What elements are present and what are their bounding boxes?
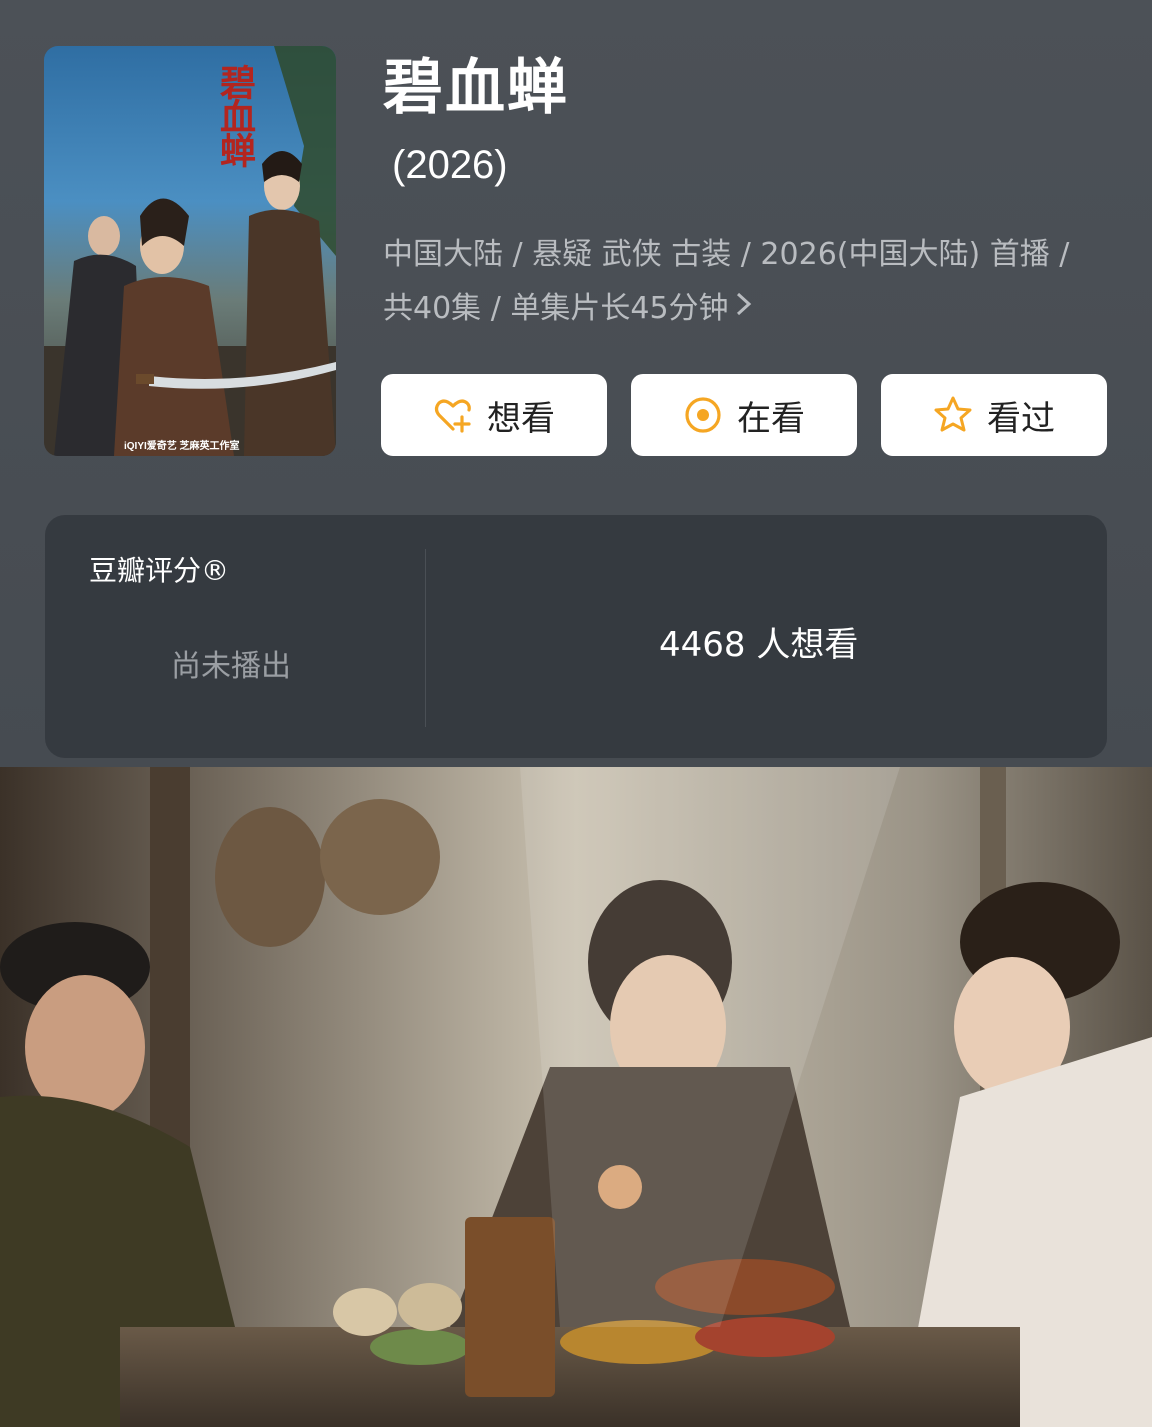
rating-card[interactable]: 豆瓣评分® 尚未播出 4468 人想看 xyxy=(45,515,1107,758)
still-photo[interactable] xyxy=(0,767,1152,1427)
heart-plus-icon xyxy=(433,395,473,435)
rating-status: 尚未播出 xyxy=(171,649,291,684)
meta-line-2-wrap: 共40集 / 单集片长45分钟 xyxy=(383,282,1103,336)
want-label: 想看 xyxy=(487,398,555,439)
poster-studio-text: iQIYI爱奇艺 芝麻英工作室 xyxy=(124,441,240,452)
watched-label: 看过 xyxy=(987,398,1055,439)
header: 碧血蝉 iQIYI爱奇艺 芝麻英工作室 碧血蝉 (2026) 中国大陆 / 悬疑… xyxy=(0,0,1152,767)
watching-button[interactable]: 在看 xyxy=(631,374,857,456)
poster[interactable]: 碧血蝉 iQIYI爱奇艺 芝麻英工作室 xyxy=(44,46,336,456)
still-photo-art xyxy=(0,767,1152,1427)
poster-art xyxy=(44,46,336,456)
want-count: 4468 人想看 xyxy=(659,625,859,665)
meta-line-2: 共40集 / 单集片长45分钟 xyxy=(383,291,729,326)
divider xyxy=(425,549,426,727)
chevron-right-icon xyxy=(735,282,753,336)
release-year: (2026) xyxy=(392,143,508,187)
watched-button[interactable]: 看过 xyxy=(881,374,1107,456)
rating-label: 豆瓣评分® xyxy=(89,554,230,587)
star-icon xyxy=(933,395,973,435)
poster-title-art: 碧血蝉 xyxy=(214,64,256,166)
page-title: 碧血蝉 xyxy=(383,53,569,123)
meta-info[interactable]: 中国大陆 / 悬疑 武侠 古装 / 2026(中国大陆) 首播 / 共40集 /… xyxy=(383,228,1103,336)
want-button[interactable]: 想看 xyxy=(381,374,607,456)
target-icon xyxy=(683,395,723,435)
watching-label: 在看 xyxy=(737,398,805,439)
meta-line-1: 中国大陆 / 悬疑 武侠 古装 / 2026(中国大陆) 首播 / xyxy=(383,237,1070,272)
